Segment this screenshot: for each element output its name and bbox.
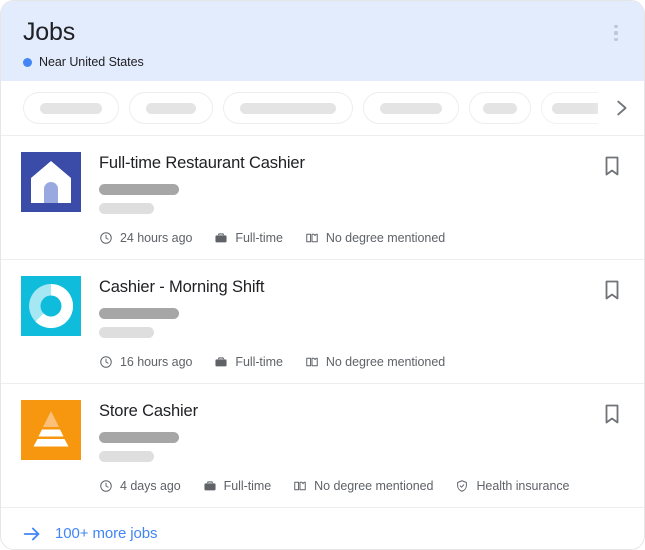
bookmark-icon[interactable] (600, 402, 624, 426)
briefcase-icon (214, 231, 228, 245)
job-meta-label: 16 hours ago (120, 355, 192, 369)
filter-chip-placeholder (552, 103, 598, 114)
pyramid-logo (21, 400, 81, 460)
filter-chip-placeholder (240, 103, 336, 114)
job-list-item[interactable]: Full-time Restaurant Cashier 24 hours ago… (1, 135, 644, 259)
arrow-right-icon (21, 523, 43, 545)
filter-chip-placeholder (146, 103, 196, 114)
location-dot-icon (23, 58, 32, 67)
kebab-menu-icon[interactable] (604, 19, 628, 47)
job-meta-item: 4 days ago (99, 479, 181, 493)
job-meta-label: Health insurance (476, 479, 569, 493)
job-list-item[interactable]: Store Cashier 4 days ago Full-time No degre… (1, 383, 644, 507)
chevron-right-icon[interactable] (598, 97, 644, 119)
job-meta-item: No degree mentioned (305, 231, 445, 245)
location-row: Near United States (23, 55, 624, 69)
bookmark-icon[interactable] (600, 154, 624, 178)
job-meta-label: Full-time (224, 479, 271, 493)
filter-chip-4[interactable] (363, 92, 459, 124)
job-meta-item: Full-time (214, 231, 282, 245)
widget-header: Jobs Near United States (1, 1, 644, 81)
filter-chip-bar (1, 81, 644, 135)
clock-icon (99, 479, 113, 493)
company-name-placeholder (99, 432, 179, 443)
job-details: Full-time Restaurant Cashier 24 hours ago… (99, 152, 590, 245)
job-meta-label: No degree mentioned (314, 479, 433, 493)
job-meta-label: Full-time (235, 231, 282, 245)
filter-chip-2[interactable] (129, 92, 213, 124)
shield-check-icon (455, 479, 469, 493)
job-meta-row: 24 hours ago Full-time No degree mentioned (99, 231, 590, 245)
more-jobs-label: 100+ more jobs (55, 525, 157, 542)
filter-chip-placeholder (380, 103, 442, 114)
filter-chip-1[interactable] (23, 92, 119, 124)
job-meta-item: Full-time (214, 355, 282, 369)
job-meta-label: No degree mentioned (326, 231, 445, 245)
filter-chip-placeholder (483, 103, 517, 114)
job-meta-row: 4 days ago Full-time No degree mentioned He… (99, 479, 590, 493)
filter-chip-list (23, 92, 598, 124)
home-building-logo (21, 152, 81, 212)
job-title: Cashier - Morning Shift (99, 277, 590, 297)
book-icon (305, 355, 319, 369)
job-meta-row: 16 hours ago Full-time No degree mentioned (99, 355, 590, 369)
more-jobs-link[interactable]: 100+ more jobs (1, 507, 644, 550)
company-name-placeholder (99, 308, 179, 319)
clock-icon (99, 231, 113, 245)
job-list: Full-time Restaurant Cashier 24 hours ago… (1, 135, 644, 507)
book-icon (305, 231, 319, 245)
job-location-placeholder (99, 327, 154, 338)
job-meta-item: Health insurance (455, 479, 569, 493)
job-details: Cashier - Morning Shift 16 hours ago Full-… (99, 276, 590, 369)
bookmark-icon[interactable] (600, 278, 624, 302)
book-icon (293, 479, 307, 493)
job-meta-item: 24 hours ago (99, 231, 192, 245)
job-meta-item: 16 hours ago (99, 355, 192, 369)
job-location-placeholder (99, 203, 154, 214)
briefcase-icon (214, 355, 228, 369)
filter-chip-5[interactable] (469, 92, 531, 124)
briefcase-icon (203, 479, 217, 493)
job-meta-label: No degree mentioned (326, 355, 445, 369)
job-meta-label: 24 hours ago (120, 231, 192, 245)
donut-ring-logo (21, 276, 81, 336)
job-title: Store Cashier (99, 401, 590, 421)
job-title: Full-time Restaurant Cashier (99, 153, 590, 173)
jobs-widget: Jobs Near United States Full-time Restau… (0, 0, 645, 550)
job-meta-label: 4 days ago (120, 479, 181, 493)
job-details: Store Cashier 4 days ago Full-time No degre… (99, 400, 590, 493)
clock-icon (99, 355, 113, 369)
job-meta-item: No degree mentioned (293, 479, 433, 493)
job-meta-label: Full-time (235, 355, 282, 369)
job-list-item[interactable]: Cashier - Morning Shift 16 hours ago Full-… (1, 259, 644, 383)
filter-chip-placeholder (40, 103, 102, 114)
job-meta-item: No degree mentioned (305, 355, 445, 369)
page-title: Jobs (23, 17, 624, 47)
filter-chip-3[interactable] (223, 92, 353, 124)
company-name-placeholder (99, 184, 179, 195)
job-location-placeholder (99, 451, 154, 462)
job-meta-item: Full-time (203, 479, 271, 493)
filter-chip-6[interactable] (541, 92, 598, 124)
location-label: Near United States (39, 55, 144, 69)
